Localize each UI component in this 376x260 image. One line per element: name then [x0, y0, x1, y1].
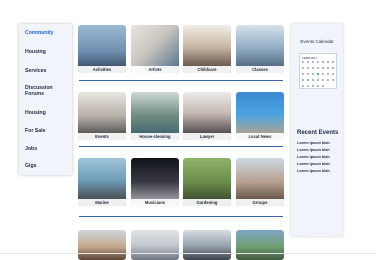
category-tile-row4-4[interactable] [236, 230, 284, 260]
calendar-day[interactable] [302, 85, 304, 87]
calendar-day[interactable] [317, 79, 319, 81]
sidebar-item-discussion-forums[interactable]: Discussion Forums [25, 85, 53, 97]
category-label: Groups [236, 199, 284, 206]
category-tile-local-news[interactable]: Local News [236, 92, 284, 140]
calendar-day[interactable] [327, 61, 329, 63]
calendar-day[interactable] [322, 79, 324, 81]
category-tile-artists[interactable]: Artists [131, 25, 179, 73]
category-tile-childcare[interactable]: Childcare [183, 25, 231, 73]
sidebar-item-housing-2[interactable]: Housing [25, 110, 46, 116]
calendar-month: FEBRUARY [302, 56, 318, 60]
category-label: Musicians [131, 199, 179, 206]
recent-event-item[interactable]: Lorem Ipsum blah [297, 148, 330, 152]
calendar-day[interactable] [312, 79, 314, 81]
row4-photo [131, 230, 179, 260]
category-tile-classes[interactable]: Classes [236, 25, 284, 73]
recent-events-title: Recent Events [297, 130, 339, 136]
calendar-day[interactable] [307, 85, 309, 87]
category-label: Lawyer [183, 133, 231, 140]
sidebar-item-housing[interactable]: Housing [25, 49, 46, 55]
category-label: Marine [78, 199, 126, 206]
sidebar-item-services[interactable]: Services [25, 68, 46, 74]
calendar-day[interactable] [312, 73, 314, 75]
calendar-day[interactable] [307, 79, 309, 81]
category-label: Activities [78, 66, 126, 73]
left-sidebar: Community Housing Services Discussion Fo… [19, 24, 72, 175]
category-tile-lawyer[interactable]: Lawyer [183, 92, 231, 140]
category-label: Events [78, 133, 126, 140]
category-tile-activities[interactable]: Activities [78, 25, 126, 73]
calendar-day[interactable] [312, 67, 314, 69]
category-tile-row4-1[interactable] [78, 230, 126, 260]
calendar-day[interactable] [327, 67, 329, 69]
sidebar-item-for-sale[interactable]: For Sale [25, 128, 45, 134]
category-tile-musicians[interactable]: Musicians [131, 158, 179, 206]
calendar-day[interactable] [332, 67, 334, 69]
calendar-day[interactable] [317, 61, 319, 63]
row-divider [79, 216, 283, 218]
calendar-day[interactable] [327, 79, 329, 81]
sidebar-item-community[interactable]: Community [25, 30, 54, 36]
mini-calendar[interactable]: FEBRUARY [299, 53, 337, 89]
right-sidebar: Events Calendar FEBRUARY Recent Events L… [291, 24, 343, 236]
recent-event-item[interactable]: Lorem Ipsum blah [297, 169, 330, 173]
recent-event-item[interactable]: Lorem Ipsum blah [297, 155, 330, 159]
calendar-day[interactable] [327, 73, 329, 75]
calendar-day[interactable] [317, 85, 319, 87]
calendar-day[interactable] [332, 79, 334, 81]
category-label: Local News [236, 133, 284, 140]
calendar-day[interactable] [322, 61, 324, 63]
calendar-day[interactable] [332, 73, 334, 75]
calendar-day[interactable] [312, 85, 314, 87]
calendar-day-selected[interactable] [317, 73, 319, 75]
category-label: Gardening [183, 199, 231, 206]
calendar-day[interactable] [322, 85, 324, 87]
recent-event-item[interactable]: Lorem Ipsum blah [297, 162, 330, 166]
category-label: Classes [236, 66, 284, 73]
category-tile-marine[interactable]: Marine [78, 158, 126, 206]
category-tile-groups[interactable]: Groups [236, 158, 284, 206]
category-tile-house-cleaning[interactable]: House-cleaning [131, 92, 179, 140]
calendar-day[interactable] [307, 61, 309, 63]
category-tile-row4-2[interactable] [131, 230, 179, 260]
row4-photo [183, 230, 231, 260]
page-bottom-divider [0, 253, 376, 254]
calendar-day[interactable] [302, 73, 304, 75]
category-label: Artists [131, 66, 179, 73]
sidebar-item-jobs[interactable]: Jobs [25, 146, 37, 152]
category-tile-events[interactable]: Events [78, 92, 126, 140]
category-tile-row4-3[interactable] [183, 230, 231, 260]
calendar-day[interactable] [322, 67, 324, 69]
category-tile-gardening[interactable]: Gardening [183, 158, 231, 206]
calendar-day[interactable] [307, 67, 309, 69]
category-label: Childcare [183, 66, 231, 73]
calendar-day[interactable] [307, 73, 309, 75]
calendar-day[interactable] [302, 61, 304, 63]
calendar-day[interactable] [312, 61, 314, 63]
category-label: House-cleaning [131, 133, 179, 140]
row-divider [79, 80, 283, 82]
sidebar-item-gigs[interactable]: Gigs [25, 163, 37, 169]
calendar-day[interactable] [332, 61, 334, 63]
recent-event-item[interactable]: Lorem Ipsum blah [297, 141, 330, 145]
calendar-day[interactable] [302, 79, 304, 81]
calendar-day[interactable] [322, 73, 324, 75]
events-calendar-title: Events Calendar [300, 39, 334, 44]
calendar-day[interactable] [302, 67, 304, 69]
row4-photo [78, 230, 126, 260]
row-divider [79, 146, 283, 148]
calendar-day[interactable] [317, 67, 319, 69]
row4-photo [236, 230, 284, 260]
